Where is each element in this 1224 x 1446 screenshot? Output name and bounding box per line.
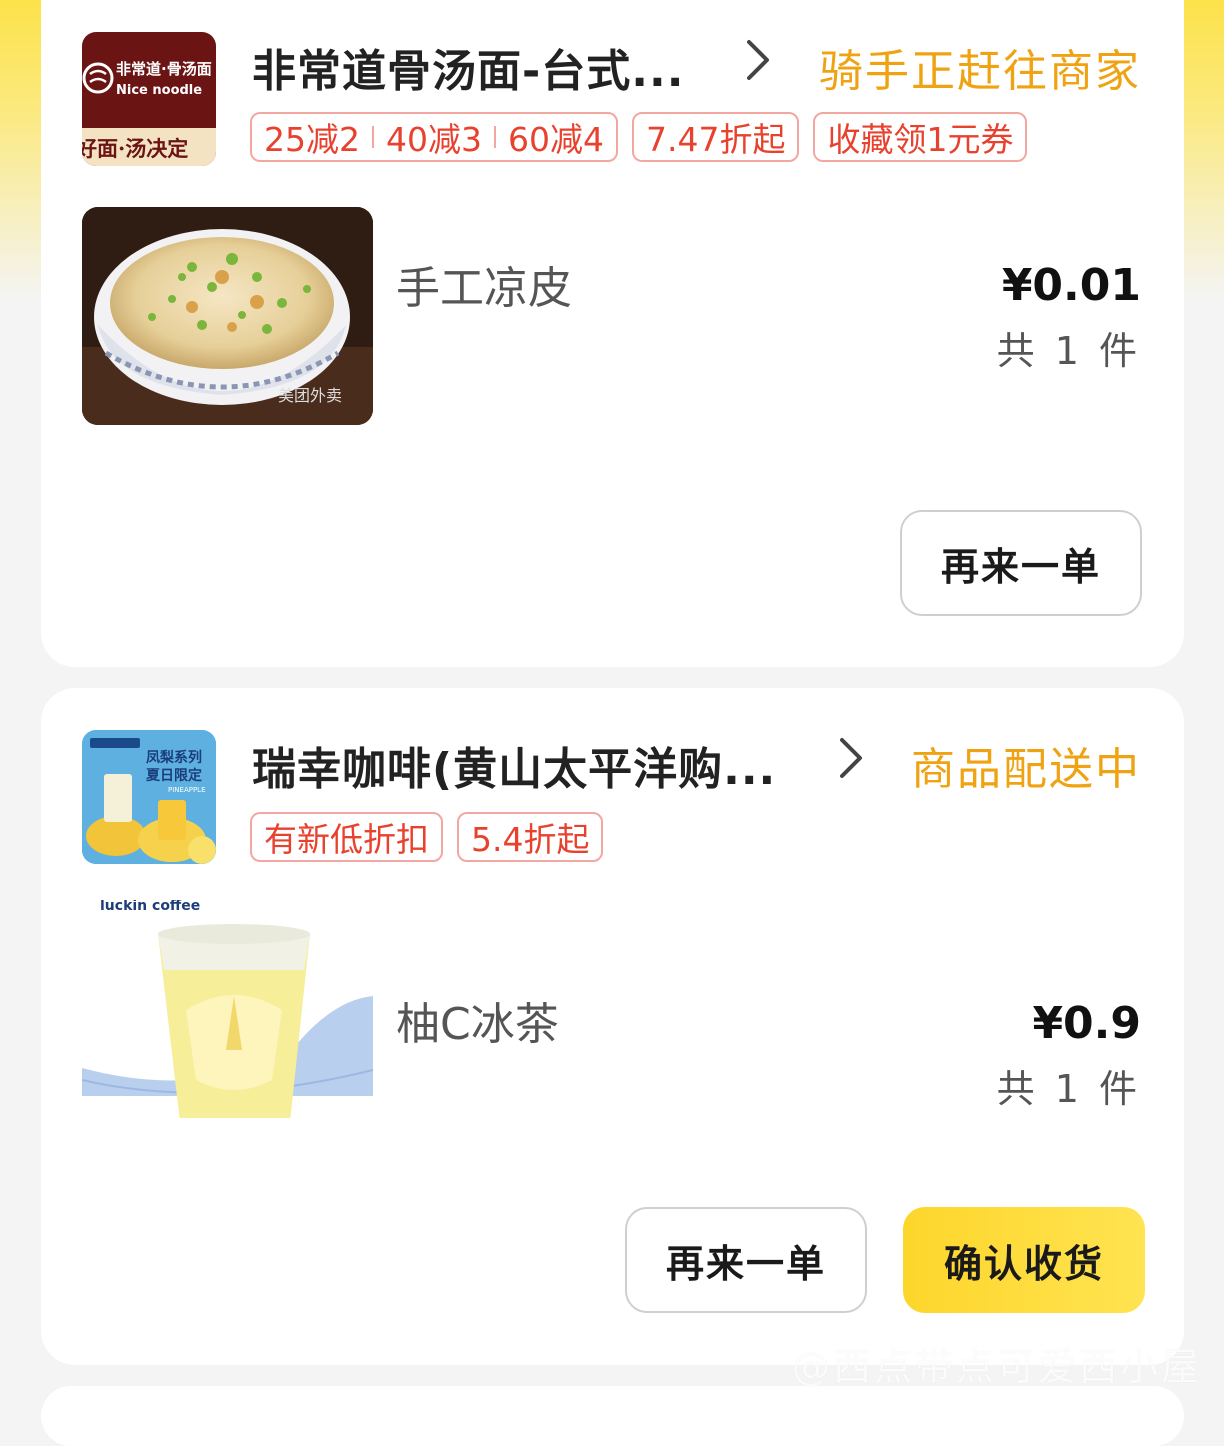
promo-tag-label: 收藏领1元券 <box>827 120 1014 159</box>
svg-text:凤梨系列: 凤梨系列 <box>146 749 202 766</box>
svg-text:luckin coffee: luckin coffee <box>100 900 200 914</box>
promo-tags: 有新低折扣 5.4折起 <box>250 812 604 862</box>
promo-tag-discount-tiers: 25减2 40减3 60减4 <box>250 112 618 162</box>
promo-tag-label: 有新低折扣 <box>264 820 429 859</box>
chevron-right-icon[interactable] <box>741 38 775 82</box>
item-image-liangpi[interactable]: 美团外卖 <box>82 207 373 425</box>
promo-tier: 40减3 <box>386 120 482 159</box>
order-card[interactable]: 非常道·骨汤面 Nice noodle 好面·汤决定 非常道骨汤面-台式... … <box>41 0 1184 667</box>
item-image-iced-tea[interactable]: luckin coffee <box>82 900 373 1118</box>
promo-tier: 60减4 <box>508 120 604 159</box>
store-logo[interactable]: 凤梨系列 夏日限定 PINEAPPLE <box>82 730 216 864</box>
promo-tag-label: 7.47折起 <box>646 120 786 159</box>
svg-text:美团外卖: 美团外卖 <box>278 386 342 405</box>
promo-tag-coupon: 收藏领1元券 <box>813 112 1028 162</box>
item-name: 手工凉皮 <box>396 263 572 314</box>
promo-tags: 25减2 40减3 60减4 7.47折起 收藏领1元券 <box>250 112 1028 162</box>
item-price: ¥0.9 <box>1032 998 1141 1049</box>
order-card[interactable]: 凤梨系列 夏日限定 PINEAPPLE 瑞幸咖啡(黄山太平洋购... 商品配送中… <box>41 688 1184 1365</box>
chevron-right-icon[interactable] <box>834 736 868 780</box>
promo-tag-label: 5.4折起 <box>471 820 590 859</box>
item-price: ¥0.01 <box>1001 260 1141 311</box>
order-status: 骑手正赶往商家 <box>819 46 1141 97</box>
promo-tag-discount-rate: 5.4折起 <box>457 812 604 862</box>
reorder-button[interactable]: 再来一单 <box>900 510 1142 616</box>
promo-tag-discount-rate: 7.47折起 <box>632 112 800 162</box>
store-logo[interactable]: 非常道·骨汤面 Nice noodle 好面·汤决定 <box>82 32 216 166</box>
svg-text:非常道·骨汤面: 非常道·骨汤面 <box>116 60 212 78</box>
item-quantity: 共 1 件 <box>996 1067 1141 1111</box>
confirm-receipt-button[interactable]: 确认收货 <box>903 1207 1145 1313</box>
item-name: 柚C冰茶 <box>396 999 559 1050</box>
svg-text:Nice noodle: Nice noodle <box>116 83 202 98</box>
store-name[interactable]: 非常道骨汤面-台式... <box>252 35 684 99</box>
svg-text:夏日限定: 夏日限定 <box>146 767 202 784</box>
tag-separator <box>494 126 496 148</box>
order-status: 商品配送中 <box>911 744 1141 795</box>
order-card-partial[interactable] <box>41 1386 1184 1446</box>
reorder-button[interactable]: 再来一单 <box>625 1207 867 1313</box>
item-quantity: 共 1 件 <box>996 329 1141 373</box>
store-name[interactable]: 瑞幸咖啡(黄山太平洋购... <box>252 733 776 797</box>
user-watermark: @西点带点可爱西小屋 <box>791 1345 1202 1389</box>
svg-text:PINEAPPLE: PINEAPPLE <box>168 786 206 794</box>
svg-text:好面·汤决定: 好面·汤决定 <box>82 136 188 161</box>
promo-tier: 25减2 <box>264 120 360 159</box>
tag-separator <box>372 126 374 148</box>
promo-tag-new-low: 有新低折扣 <box>250 812 443 862</box>
